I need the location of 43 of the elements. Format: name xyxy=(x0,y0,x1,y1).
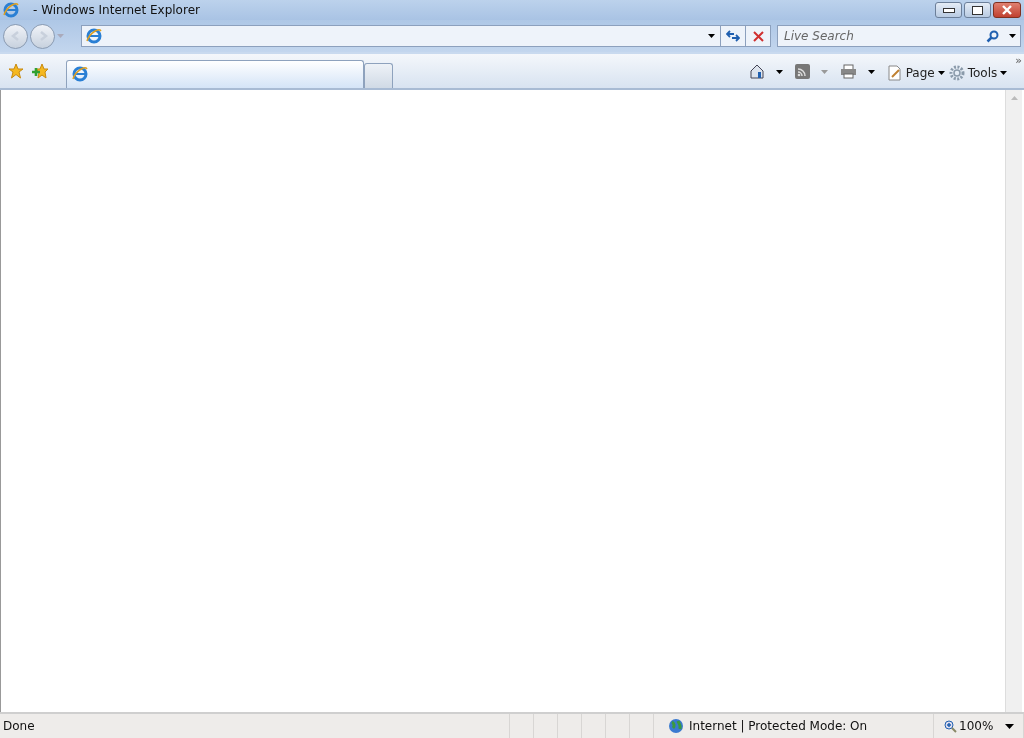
close-button[interactable] xyxy=(993,2,1021,18)
dropdown-caret-icon[interactable] xyxy=(1009,34,1016,38)
status-text: Done xyxy=(0,714,510,738)
minimize-button[interactable] xyxy=(935,2,962,18)
restore-icon xyxy=(972,5,983,15)
printer-icon[interactable] xyxy=(839,64,857,79)
page-icon xyxy=(72,66,88,82)
zoom-button[interactable]: 100% xyxy=(944,719,994,733)
new-tab-button[interactable] xyxy=(364,63,393,88)
favorites-star-icon[interactable] xyxy=(8,63,24,79)
browser-tab[interactable] xyxy=(66,60,364,88)
caret-icon xyxy=(937,71,945,75)
overflow-chevron[interactable]: » xyxy=(1015,54,1022,67)
refresh-icon xyxy=(726,30,740,42)
home-icon[interactable] xyxy=(748,63,765,79)
security-zone-text: Internet | Protected Mode: On xyxy=(689,719,868,733)
dropdown-caret-icon[interactable] xyxy=(775,70,783,74)
close-icon xyxy=(1001,5,1013,15)
tools-menu-button[interactable]: Tools xyxy=(948,65,1012,81)
page-menu-button[interactable]: Page xyxy=(886,65,949,81)
window-title: - Windows Internet Explorer xyxy=(33,3,200,17)
restore-button[interactable] xyxy=(964,2,991,18)
search-box[interactable]: Live Search xyxy=(777,25,1021,47)
scrollbar-track[interactable] xyxy=(1005,90,1022,712)
gear-icon xyxy=(948,65,965,81)
feed-icon[interactable] xyxy=(794,64,810,79)
search-field[interactable]: Live Search xyxy=(782,28,976,44)
search-icon[interactable] xyxy=(986,29,999,43)
dropdown-caret-icon[interactable] xyxy=(1005,723,1015,729)
minimize-icon xyxy=(942,7,955,13)
page-icon xyxy=(86,28,102,44)
dropdown-caret-icon[interactable] xyxy=(867,70,875,74)
page-icon xyxy=(886,65,903,81)
refresh-button[interactable] xyxy=(721,25,746,47)
dropdown-caret-icon[interactable] xyxy=(708,34,715,38)
add-favorite-icon[interactable] xyxy=(31,63,49,79)
stop-button[interactable] xyxy=(746,25,771,47)
zoom-icon xyxy=(944,719,957,733)
globe-icon xyxy=(668,718,684,734)
caret-icon xyxy=(1000,71,1008,75)
stop-icon xyxy=(752,30,764,42)
address-field[interactable] xyxy=(81,25,721,47)
browser-logo-icon xyxy=(3,2,19,18)
